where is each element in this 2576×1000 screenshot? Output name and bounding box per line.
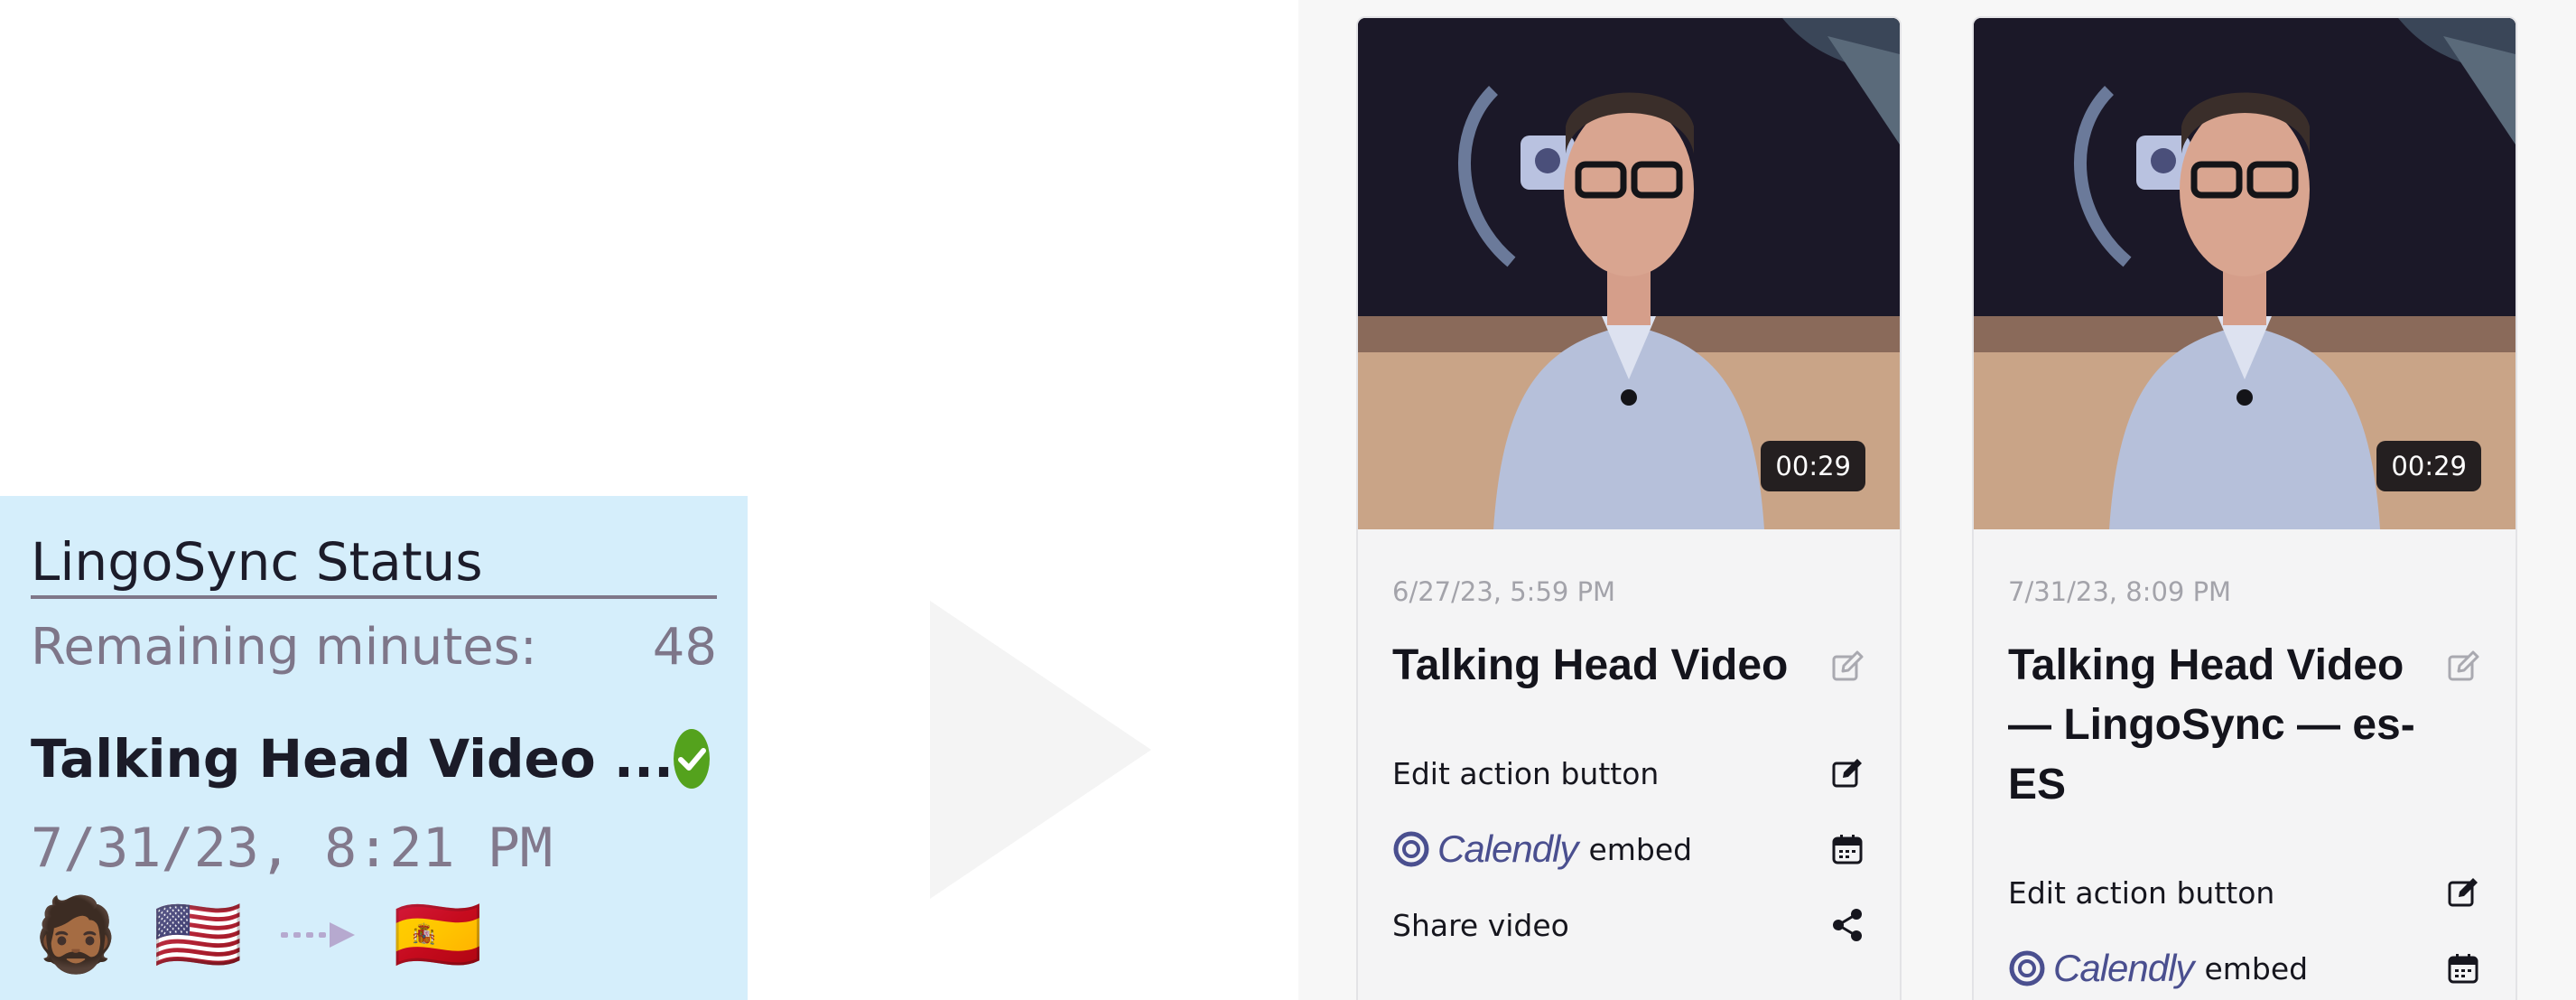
check-circle-icon bbox=[674, 729, 711, 789]
voice-avatar-icon: 🧔🏾 bbox=[31, 894, 121, 975]
share-video-label: Share video bbox=[1392, 907, 1569, 943]
lingosync-status-panel: LingoSync Status Remaining minutes: 48 T… bbox=[0, 496, 748, 1000]
calendly-logo-icon bbox=[1393, 831, 1429, 867]
duration-badge: 00:29 bbox=[2376, 441, 2481, 491]
remaining-minutes-row: Remaining minutes: 48 bbox=[31, 603, 717, 691]
job-row[interactable]: Talking Head Video ... bbox=[31, 716, 717, 801]
calendly-logo-icon bbox=[2009, 950, 2045, 986]
edit-icon bbox=[2448, 878, 2478, 907]
video-date: 7/31/23, 8:09 PM bbox=[2008, 576, 2232, 607]
edit-action-button-label: Edit action button bbox=[2008, 874, 2275, 911]
video-thumbnail[interactable]: 00:29 bbox=[1974, 18, 2516, 529]
job-date: 7/31/23, 8:21 PM bbox=[31, 817, 553, 880]
edit-title-icon[interactable] bbox=[1829, 649, 1865, 685]
video-card[interactable]: 00:29 6/27/23, 5:59 PM Talking Head Vide… bbox=[1356, 16, 1902, 1000]
duration-badge: 00:29 bbox=[1761, 441, 1865, 491]
calendly-embed-label: embed bbox=[1588, 831, 1693, 867]
job-title: Talking Head Video ... bbox=[31, 728, 674, 790]
language-row: 🧔🏾 🇺🇸 🇪🇸 bbox=[31, 890, 717, 980]
video-title: Talking Head Video — LingoSync — es-ES bbox=[2008, 641, 2415, 808]
edit-title-icon[interactable] bbox=[2445, 649, 2481, 685]
video-gallery: 00:29 6/27/23, 5:59 PM Talking Head Vide… bbox=[1298, 0, 2576, 1000]
remaining-minutes-value: 48 bbox=[652, 617, 717, 677]
edit-action-button-row[interactable]: Edit action button bbox=[2008, 855, 2481, 930]
share-video-row[interactable]: Share video bbox=[1392, 887, 1865, 963]
edit-action-button-label: Edit action button bbox=[1392, 755, 1660, 791]
edit-action-button-row[interactable]: Edit action button bbox=[1392, 735, 1865, 811]
video-date: 6/27/23, 5:59 PM bbox=[1392, 576, 1616, 607]
calendly-embed-row[interactable]: Calendly embed bbox=[2008, 930, 2481, 1000]
share-icon bbox=[1833, 909, 1862, 941]
calendly-wordmark: Calendly bbox=[1437, 827, 1578, 870]
calendar-icon bbox=[1832, 835, 1863, 864]
calendar-icon bbox=[2448, 954, 2478, 984]
video-card[interactable]: 00:29 7/31/23, 8:09 PM Talking Head Vide… bbox=[1972, 16, 2517, 1000]
play-icon[interactable] bbox=[930, 601, 1151, 899]
us-flag-icon: 🇺🇸 bbox=[153, 894, 244, 975]
edit-icon bbox=[1832, 759, 1862, 788]
arrow-right-icon bbox=[281, 917, 357, 953]
calendly-embed-row[interactable]: Calendly embed bbox=[1392, 811, 1865, 887]
calendly-embed-label: embed bbox=[2204, 950, 2309, 986]
status-title: LingoSync Status bbox=[31, 496, 717, 599]
video-thumbnail[interactable]: 00:29 bbox=[1358, 18, 1900, 529]
spain-flag-icon: 🇪🇸 bbox=[393, 894, 483, 975]
calendly-wordmark: Calendly bbox=[2053, 947, 2194, 989]
remaining-minutes-label: Remaining minutes: bbox=[31, 617, 537, 677]
video-title: Talking Head Video bbox=[1392, 641, 1789, 689]
